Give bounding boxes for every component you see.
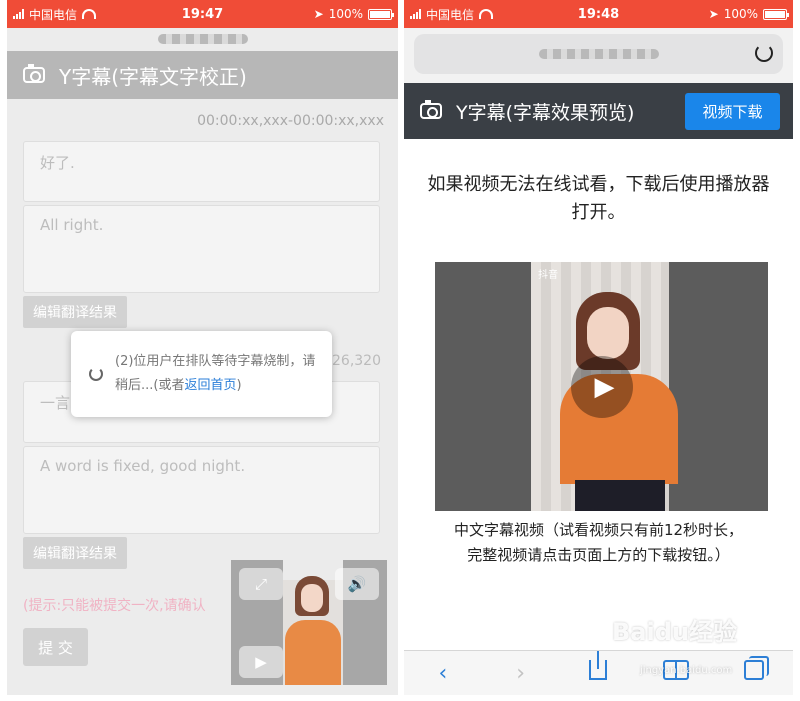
edit-translation-button[interactable]: 编辑翻译结果 (23, 296, 127, 328)
share-icon[interactable] (589, 651, 608, 680)
volume-icon[interactable]: 🔊 (335, 568, 379, 600)
video-preview[interactable]: 抖音 ▶ (435, 262, 768, 511)
submit-button[interactable]: 提 交 (23, 628, 88, 666)
page-header: Y字幕(字幕文字校正) (7, 51, 398, 99)
caption-line-1: 中文字幕视频（试看视频只有前12秒时长， (453, 521, 744, 539)
mini-video-player[interactable]: ⤢ 🔊 ▶ (231, 560, 387, 685)
camera-icon (420, 100, 442, 119)
play-icon[interactable]: ▶ (239, 646, 283, 678)
playback-notice: 如果视频无法在线试看，下载后使用播放器打开。 (427, 174, 770, 223)
wifi-icon (82, 9, 97, 19)
location-icon: ➤ (313, 7, 324, 21)
browser-toolbar: ‹ › (404, 650, 793, 695)
expand-icon[interactable]: ⤢ (239, 568, 283, 600)
signal-icon (410, 9, 421, 19)
video-caption: 中文字幕视频（试看视频只有前12秒时长， 完整视频请点击页面上方的下载按钮。） (404, 518, 793, 568)
forward-icon[interactable]: › (506, 661, 536, 686)
page-title: Y字幕(字幕文字校正) (59, 64, 247, 89)
return-home-link[interactable]: 返回首页 (184, 378, 236, 393)
reload-icon[interactable] (755, 44, 773, 62)
location-icon: ➤ (708, 7, 719, 21)
carrier-label: 中国电信 (29, 7, 78, 22)
tiktok-logo: 抖音 (538, 270, 558, 281)
submit-hint: (提示:只能被提交一次,请确认 (23, 598, 206, 614)
source-text-field[interactable]: 好了. (23, 141, 380, 202)
blurred-url (157, 34, 248, 44)
carrier-label: 中国电信 (426, 7, 475, 22)
signal-icon (13, 9, 24, 19)
download-video-button[interactable]: 视频下载 (685, 93, 780, 130)
caption-line-2: 完整视频请点击页面上方的下载按钮。） (467, 546, 730, 564)
camera-icon (23, 64, 45, 83)
battery-percent: 100% (328, 7, 363, 21)
battery-icon (763, 8, 789, 20)
play-button[interactable]: ▶ (571, 356, 633, 418)
translation-text-field[interactable]: A word is fixed, good night. (23, 446, 380, 534)
baidu-watermark-url: jingyan.baidu.com (640, 665, 733, 676)
video-thumbnail (283, 560, 343, 685)
blurred-url (539, 49, 659, 59)
segment-timestamp-partial: 26,320 (332, 353, 381, 369)
status-bar: 中国电信 19:48 ➤ 100% (404, 0, 793, 28)
left-phone-screen: 中国电信 19:47 ➤ 100% Y字幕(字幕文字校正) 00:00:xx,x… (7, 0, 398, 695)
page-title: Y字幕(字幕效果预览) (456, 101, 635, 124)
right-phone-screen: 中国电信 19:48 ➤ 100% Y字幕(字幕效果预览) 视频下载 如果视频无… (404, 0, 793, 695)
battery-icon (368, 8, 394, 20)
tabs-icon[interactable] (744, 656, 770, 680)
baidu-watermark: Baidu经验 (612, 618, 737, 646)
url-bar[interactable] (7, 28, 398, 50)
edit-translation-button[interactable]: 编辑翻译结果 (23, 537, 127, 569)
segment-timestamp: 00:00:xx,xxx-00:00:xx,xxx (197, 113, 384, 129)
queue-message-suffix: ) (236, 378, 242, 393)
queue-dialog: (2)位用户在排队等待字幕烧制，请稍后...(或者返回首页) (71, 331, 332, 417)
translation-text-field[interactable]: All right. (23, 205, 380, 293)
battery-percent: 100% (723, 7, 758, 21)
loading-icon (89, 367, 103, 381)
back-icon[interactable]: ‹ (428, 661, 458, 686)
status-bar: 中国电信 19:47 ➤ 100% (7, 0, 398, 28)
wifi-icon (479, 9, 494, 19)
status-time: 19:48 (577, 6, 620, 22)
url-bar[interactable] (414, 34, 783, 74)
page-header: Y字幕(字幕效果预览) 视频下载 (404, 83, 793, 139)
status-time: 19:47 (181, 6, 224, 22)
browser-address-area (404, 28, 793, 83)
